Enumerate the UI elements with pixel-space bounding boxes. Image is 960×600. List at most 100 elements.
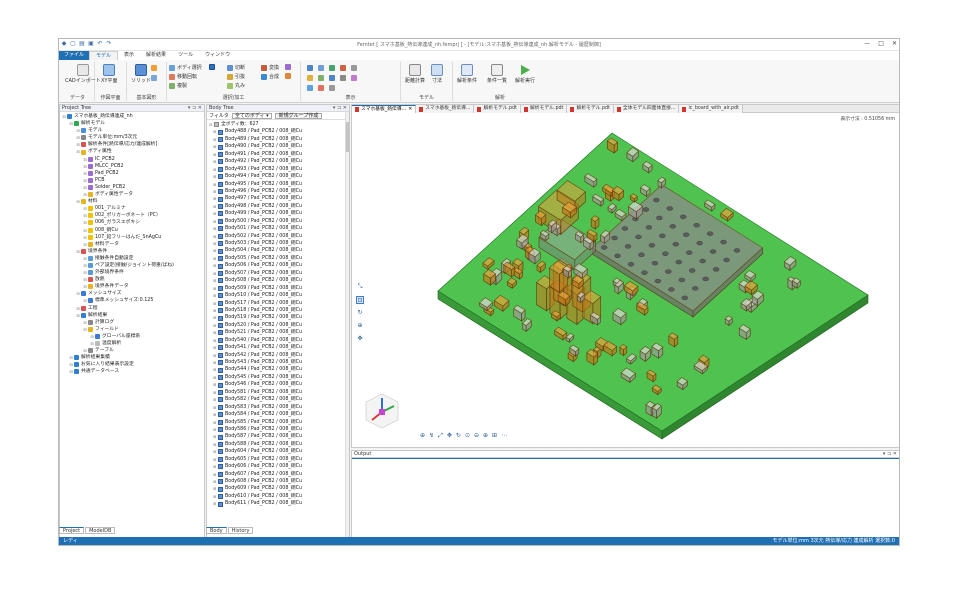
- shape-dropdown-2[interactable]: [151, 75, 157, 81]
- expand-toggle-icon[interactable]: ⊟: [83, 319, 87, 326]
- tree-item[interactable]: ⊟ 工程: [62, 305, 202, 312]
- rotate-icon[interactable]: ↻: [356, 309, 364, 317]
- view-iso-icon[interactable]: [340, 65, 346, 71]
- tree-item[interactable]: ⊟ MLCC_PCB2: [62, 163, 202, 170]
- body-row[interactable]: ⊞ Body583 / Pad_PCB2 / 008_銅Cu: [209, 404, 347, 411]
- tree-item[interactable]: ⊟ 002_ポリカーボネート（PC）: [62, 212, 202, 219]
- body-row[interactable]: ⊞ Body502 / Pad_PCB2 / 008_銅Cu: [209, 233, 347, 240]
- expand-icon[interactable]: ⊞: [213, 366, 217, 373]
- expand-toggle-icon[interactable]: ⊟: [83, 219, 87, 226]
- tree-item[interactable]: ⊟ 006_ガラスエポキシ: [62, 219, 202, 226]
- expand-icon[interactable]: ⊞: [213, 307, 217, 314]
- view-tool-7-icon[interactable]: ⊖: [474, 432, 479, 440]
- expand-toggle-icon[interactable]: ⊟: [83, 347, 87, 354]
- expand-toggle-icon[interactable]: ⊟: [76, 312, 80, 319]
- body-row[interactable]: ⊞ Body520 / Pad_PCB2 / 008_銅Cu: [209, 322, 347, 329]
- body-row[interactable]: ⊞ Body608 / Pad_PCB2 / 008_銅Cu: [209, 478, 347, 485]
- body-row[interactable]: ⊞ Body541 / Pad_PCB2 / 008_銅Cu: [209, 344, 347, 351]
- body-row[interactable]: ⊞ Body506 / Pad_PCB2 / 008_銅Cu: [209, 262, 347, 269]
- body-row[interactable]: ⊞ Body518 / Pad_PCB2 / 008_銅Cu: [209, 307, 347, 314]
- view-tool-2-icon[interactable]: ↯: [429, 432, 434, 440]
- extra-tool-2[interactable]: [285, 73, 291, 79]
- expand-icon[interactable]: ⊞: [213, 218, 217, 225]
- menu-model[interactable]: モデル: [89, 51, 119, 60]
- menu-tools[interactable]: ツール: [172, 51, 199, 60]
- body-row[interactable]: ⊞ Body488 / Pad_PCB2 / 008_銅Cu: [209, 128, 347, 135]
- body-row[interactable]: ⊞ Body491 / Pad_PCB2 / 008_銅Cu: [209, 151, 347, 158]
- tree-item[interactable]: ⊟ グローバル座標系: [62, 333, 202, 340]
- light-icon[interactable]: [307, 85, 313, 91]
- shape-dropdown[interactable]: [151, 65, 157, 71]
- body-row[interactable]: ⊞ Body545 / Pad_PCB2 / 008_銅Cu: [209, 374, 347, 381]
- view-tool-3-icon[interactable]: ⤢: [438, 432, 443, 440]
- expand-toggle-icon[interactable]: ⊟: [83, 297, 87, 304]
- body-row[interactable]: ⊞ Body519 / Pad_PCB2 / 008_銅Cu: [209, 314, 347, 321]
- expand-icon[interactable]: ⊞: [213, 225, 217, 232]
- expand-toggle-icon[interactable]: ⊟: [76, 134, 80, 141]
- axis-triad[interactable]: [362, 390, 402, 430]
- body-row[interactable]: ⊞ Body498 / Pad_PCB2 / 008_銅Cu: [209, 203, 347, 210]
- expand-toggle-icon[interactable]: ⊟: [83, 163, 87, 170]
- tree-item[interactable]: ⊟ 解析結果集積: [62, 354, 202, 361]
- expand-icon[interactable]: ⊞: [213, 352, 217, 359]
- section-icon[interactable]: [318, 85, 324, 91]
- expand-icon[interactable]: ⊞: [213, 188, 217, 195]
- body-row[interactable]: ⊞ Body606 / Pad_PCB2 / 008_銅Cu: [209, 463, 347, 470]
- tree-item[interactable]: ⊟ ボディ属性データ: [62, 191, 202, 198]
- body-row[interactable]: ⊞ Body490 / Pad_PCB2 / 008_銅Cu: [209, 143, 347, 150]
- fillet-button[interactable]: 丸み: [227, 82, 245, 89]
- menu-view[interactable]: 表示: [118, 51, 140, 60]
- body-row[interactable]: ⊞ Body510 / Pad_PCB2 / 008_銅Cu: [209, 292, 347, 299]
- body-row[interactable]: ⊞ Body493 / Pad_PCB2 / 008_銅Cu: [209, 166, 347, 173]
- tree-item[interactable]: ⊟ Solder_PCB2: [62, 184, 202, 191]
- distance-button[interactable]: 距離計算: [405, 64, 425, 84]
- transform-button[interactable]: 変換: [261, 64, 279, 71]
- expand-icon[interactable]: ⊞: [213, 285, 217, 292]
- tree-item[interactable]: ⊟ ボディ属性: [62, 148, 202, 155]
- tree-item[interactable]: ⊟ 放熱: [62, 276, 202, 283]
- body-row[interactable]: ⊞ Body503 / Pad_PCB2 / 008_銅Cu: [209, 240, 347, 247]
- body-row[interactable]: ⊞ Body582 / Pad_PCB2 / 008_銅Cu: [209, 396, 347, 403]
- expand-toggle-icon[interactable]: ⊟: [69, 120, 73, 127]
- view-tool-9-icon[interactable]: ⊞: [492, 432, 497, 440]
- body-row[interactable]: ⊞ Body492 / Pad_PCB2 / 008_銅Cu: [209, 158, 347, 165]
- expand-icon[interactable]: ⊞: [213, 270, 217, 277]
- expand-icon[interactable]: ⊞: [213, 381, 217, 388]
- tree-item[interactable]: ⊟ 標準メッシュサイズ:0.125: [62, 297, 202, 304]
- filter-dropdown[interactable]: 全てのボディ ▾: [231, 112, 272, 119]
- body-row[interactable]: ⊞ Body508 / Pad_PCB2 / 008_銅Cu: [209, 277, 347, 284]
- extrude-button[interactable]: 引抜: [227, 73, 245, 80]
- zoom-icon[interactable]: ⊕: [356, 322, 364, 330]
- body-row[interactable]: ⊞ Body494 / Pad_PCB2 / 008_銅Cu: [209, 173, 347, 180]
- expand-icon[interactable]: ⊞: [213, 128, 217, 135]
- body-row[interactable]: ⊞ Body504 / Pad_PCB2 / 008_銅Cu: [209, 247, 347, 254]
- tree-item[interactable]: ⊟ 境界条件データ: [62, 283, 202, 290]
- expand-icon[interactable]: ⊞: [213, 136, 217, 143]
- hide-icon[interactable]: [340, 75, 346, 81]
- wire-icon[interactable]: [351, 65, 357, 71]
- expand-icon[interactable]: ⊞: [213, 166, 217, 173]
- body-row[interactable]: ⊞ Body496 / Pad_PCB2 / 008_銅Cu: [209, 188, 347, 195]
- expand-icon[interactable]: ⊞: [213, 233, 217, 240]
- solid-button[interactable]: ソリッド: [131, 64, 151, 84]
- expand-toggle-icon[interactable]: ⊟: [90, 333, 94, 340]
- 3d-viewport[interactable]: 表示寸法 : 0.51056 mm ⤡ ⊡ ↻ ⊕ ✥ ⊕ ↯ ⤢ ✥ ↻ ⊙ …: [352, 113, 899, 447]
- view-side-icon[interactable]: [329, 65, 335, 71]
- expand-icon[interactable]: ⊞: [213, 404, 217, 411]
- tree-item[interactable]: ⊟ 001_アルミナ: [62, 205, 202, 212]
- expand-icon[interactable]: ⊞: [213, 337, 217, 344]
- expand-icon[interactable]: ⊞: [213, 485, 217, 492]
- expand-icon[interactable]: ⊞: [213, 456, 217, 463]
- tree-item[interactable]: ⊟ フィールド: [62, 326, 202, 333]
- tree-item[interactable]: ⊟ モデル単位:mm/3次元: [62, 134, 202, 141]
- selection-mode-button[interactable]: [209, 64, 215, 70]
- expand-toggle-icon[interactable]: ⊟: [83, 283, 87, 290]
- tree-item[interactable]: ⊟ 008_銅Cu: [62, 227, 202, 234]
- expand-icon[interactable]: ⊞: [213, 500, 217, 507]
- expand-toggle-icon[interactable]: ⊟: [69, 354, 73, 361]
- expand-icon[interactable]: ⊞: [213, 374, 217, 381]
- expand-icon[interactable]: ⊞: [213, 448, 217, 455]
- menu-window[interactable]: ウィンドウ: [199, 51, 236, 60]
- expand-icon[interactable]: ⊞: [213, 389, 217, 396]
- view-tool-10-icon[interactable]: ⋯: [501, 432, 507, 440]
